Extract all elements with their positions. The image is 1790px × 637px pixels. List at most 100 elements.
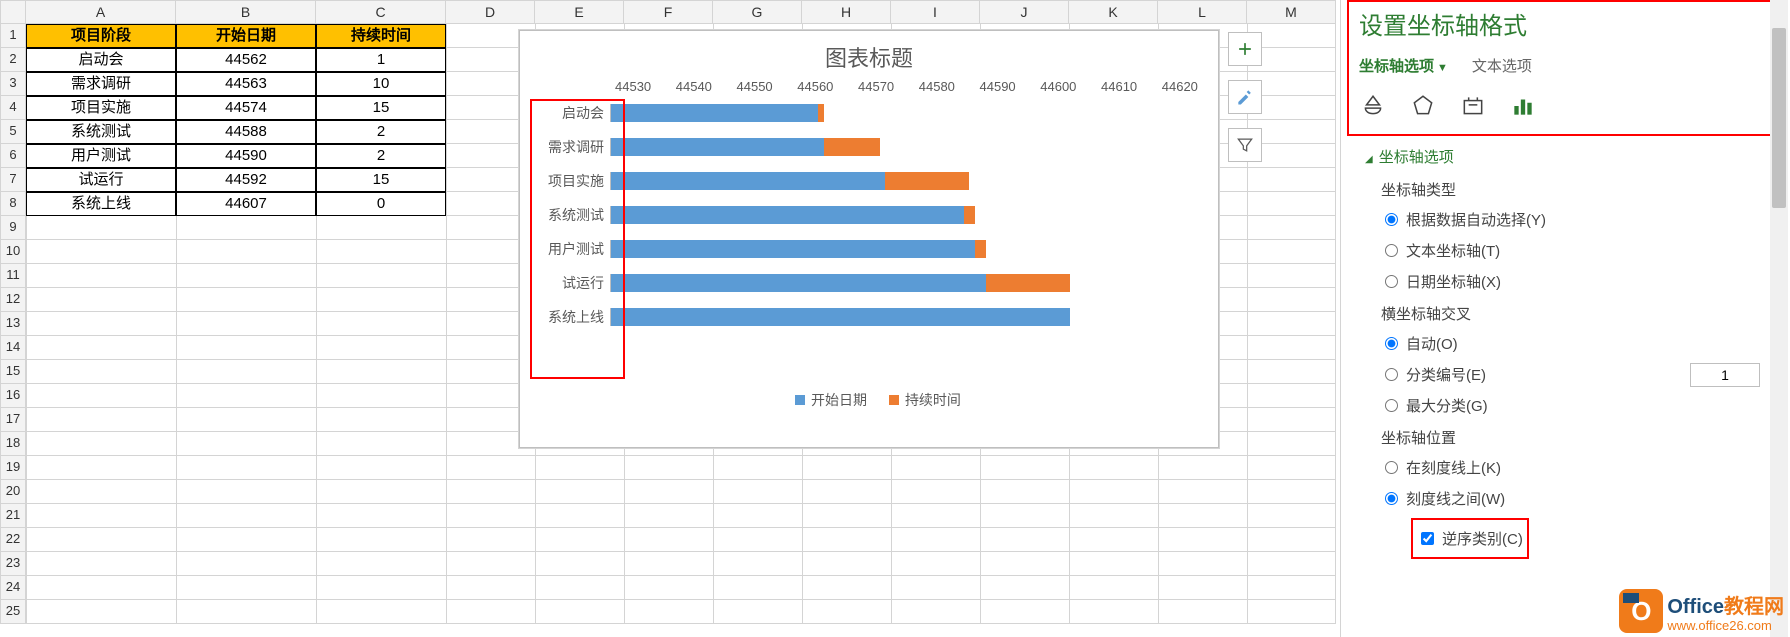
cell-C8[interactable]: 0 — [316, 192, 446, 216]
section-axis-options[interactable]: 坐标轴选项 — [1341, 136, 1790, 173]
cell-B6[interactable]: 44590 — [176, 144, 316, 168]
cell-C16[interactable] — [316, 384, 446, 408]
cell-H23[interactable] — [802, 552, 891, 576]
cell-L20[interactable] — [1158, 480, 1247, 504]
cell-J23[interactable] — [980, 552, 1069, 576]
fill-line-icon[interactable] — [1359, 92, 1387, 120]
cell-F23[interactable] — [624, 552, 713, 576]
cell-B16[interactable] — [176, 384, 316, 408]
category-label[interactable]: 系统测试 — [530, 205, 610, 225]
cell-C11[interactable] — [316, 264, 446, 288]
radio-cross-catnum[interactable]: 分类编号(E) — [1381, 359, 1790, 390]
cell-M20[interactable] — [1247, 480, 1336, 504]
checkbox-reverse-categories[interactable]: 逆序类别(C) — [1417, 523, 1523, 554]
cell-L24[interactable] — [1158, 576, 1247, 600]
chart-add-element-button[interactable] — [1228, 32, 1262, 66]
row-header[interactable]: 22 — [0, 528, 26, 552]
cell-M15[interactable] — [1247, 360, 1336, 384]
row-header[interactable]: 18 — [0, 432, 26, 456]
cell-D23[interactable] — [446, 552, 535, 576]
cell-K23[interactable] — [1069, 552, 1158, 576]
column-header-I[interactable]: I — [891, 0, 980, 24]
cell-C5[interactable]: 2 — [316, 120, 446, 144]
cell-F19[interactable] — [624, 456, 713, 480]
cell-B17[interactable] — [176, 408, 316, 432]
row-header[interactable]: 9 — [0, 216, 26, 240]
category-label[interactable]: 启动会 — [530, 103, 610, 123]
cell-B18[interactable] — [176, 432, 316, 456]
cell-L25[interactable] — [1158, 600, 1247, 624]
size-properties-icon[interactable] — [1459, 92, 1487, 120]
cell-A16[interactable] — [26, 384, 176, 408]
cell-H22[interactable] — [802, 528, 891, 552]
cell-L23[interactable] — [1158, 552, 1247, 576]
column-header-K[interactable]: K — [1069, 0, 1158, 24]
cell-C3[interactable]: 10 — [316, 72, 446, 96]
cell-A6[interactable]: 用户测试 — [26, 144, 176, 168]
cell-I22[interactable] — [891, 528, 980, 552]
cell-H21[interactable] — [802, 504, 891, 528]
cell-B25[interactable] — [176, 600, 316, 624]
cell-E23[interactable] — [535, 552, 624, 576]
cell-B13[interactable] — [176, 312, 316, 336]
cell-M10[interactable] — [1247, 240, 1336, 264]
bar-segment-start[interactable] — [611, 274, 986, 292]
tab-text-options[interactable]: 文本选项 — [1472, 55, 1532, 76]
category-label[interactable]: 试运行 — [530, 273, 610, 293]
cell-J20[interactable] — [980, 480, 1069, 504]
category-label[interactable]: 系统上线 — [530, 307, 610, 327]
cell-A1[interactable]: 项目阶段 — [26, 24, 176, 48]
cell-M14[interactable] — [1247, 336, 1336, 360]
row-header[interactable]: 17 — [0, 408, 26, 432]
cell-C20[interactable] — [316, 480, 446, 504]
row-header[interactable]: 11 — [0, 264, 26, 288]
radio-axis-auto[interactable]: 根据数据自动选择(Y) — [1381, 204, 1790, 235]
cell-E22[interactable] — [535, 528, 624, 552]
cell-C15[interactable] — [316, 360, 446, 384]
cell-I23[interactable] — [891, 552, 980, 576]
column-header-C[interactable]: C — [316, 0, 446, 24]
row-header[interactable]: 21 — [0, 504, 26, 528]
cell-B12[interactable] — [176, 288, 316, 312]
cell-A10[interactable] — [26, 240, 176, 264]
cell-I24[interactable] — [891, 576, 980, 600]
bar-segment-start[interactable] — [611, 138, 824, 156]
cell-M21[interactable] — [1247, 504, 1336, 528]
cell-C18[interactable] — [316, 432, 446, 456]
cell-G22[interactable] — [713, 528, 802, 552]
cell-E19[interactable] — [535, 456, 624, 480]
cell-B19[interactable] — [176, 456, 316, 480]
cell-J25[interactable] — [980, 600, 1069, 624]
row-header[interactable]: 24 — [0, 576, 26, 600]
catnum-input[interactable] — [1690, 363, 1760, 387]
cell-C25[interactable] — [316, 600, 446, 624]
pane-scrollbar[interactable] — [1770, 0, 1788, 637]
cell-B7[interactable]: 44592 — [176, 168, 316, 192]
cell-D22[interactable] — [446, 528, 535, 552]
cell-A19[interactable] — [26, 456, 176, 480]
cell-E20[interactable] — [535, 480, 624, 504]
cell-B4[interactable]: 44574 — [176, 96, 316, 120]
row-header[interactable]: 7 — [0, 168, 26, 192]
cell-G25[interactable] — [713, 600, 802, 624]
cell-M19[interactable] — [1247, 456, 1336, 480]
cell-H25[interactable] — [802, 600, 891, 624]
cell-B23[interactable] — [176, 552, 316, 576]
column-header-F[interactable]: F — [624, 0, 713, 24]
bar-segment-duration[interactable] — [824, 138, 880, 156]
cell-B11[interactable] — [176, 264, 316, 288]
cell-C10[interactable] — [316, 240, 446, 264]
cell-H20[interactable] — [802, 480, 891, 504]
cell-A8[interactable]: 系统上线 — [26, 192, 176, 216]
cell-E25[interactable] — [535, 600, 624, 624]
cell-A11[interactable] — [26, 264, 176, 288]
cell-M16[interactable] — [1247, 384, 1336, 408]
bar-segment-start[interactable] — [611, 240, 975, 258]
cell-K22[interactable] — [1069, 528, 1158, 552]
bar-segment-duration[interactable] — [885, 172, 969, 190]
cell-C21[interactable] — [316, 504, 446, 528]
cell-I20[interactable] — [891, 480, 980, 504]
cell-A25[interactable] — [26, 600, 176, 624]
column-header-B[interactable]: B — [176, 0, 316, 24]
bar-segment-start[interactable] — [611, 308, 1070, 326]
